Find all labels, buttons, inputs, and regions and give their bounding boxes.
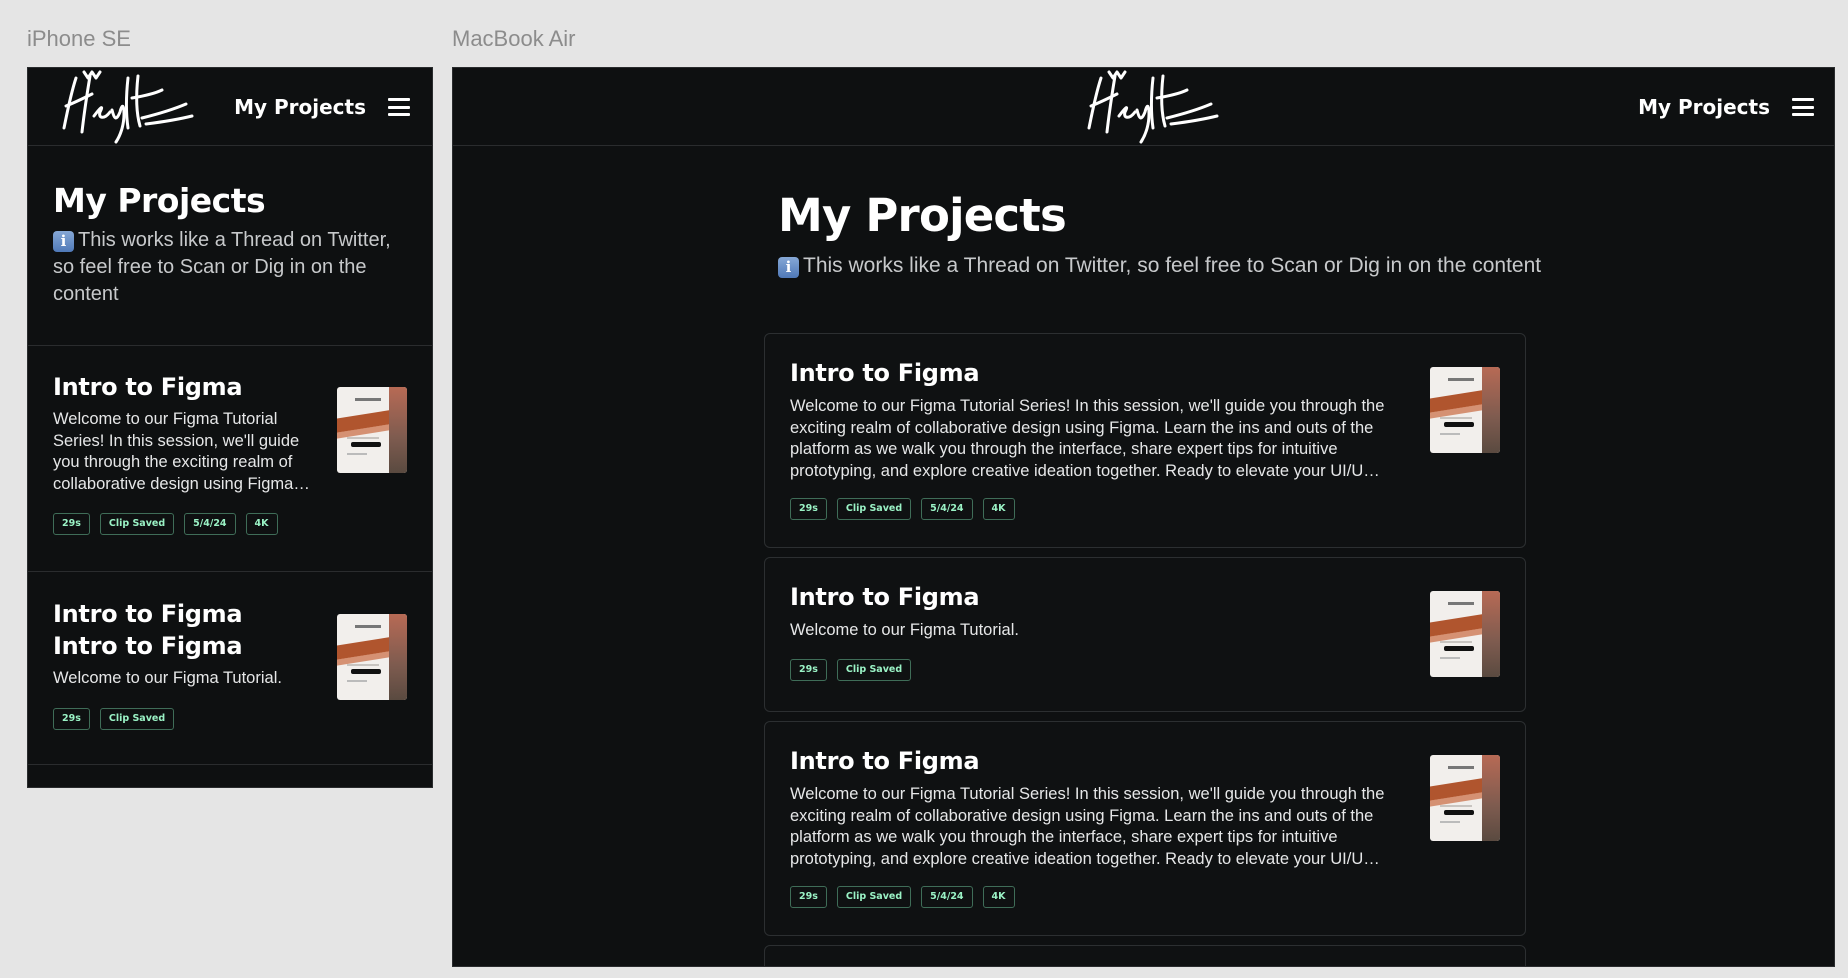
project-thumbnail[interactable]: [337, 387, 407, 473]
tag-date: 5/4/24: [184, 513, 236, 535]
tag-list: 29s Clip Saved 5/4/24 4K: [53, 513, 407, 535]
tag-clip-saved: Clip Saved: [836, 659, 912, 681]
tag-clip-saved: Clip Saved: [836, 498, 912, 520]
my-projects-menu-button[interactable]: My Projects: [234, 68, 410, 146]
card-title: Intro to Figma: [790, 359, 980, 387]
nav-label: My Projects: [1638, 95, 1770, 119]
project-card[interactable]: Intro to Figma Intro to Figma Welcome to…: [53, 598, 407, 748]
project-thumbnail[interactable]: [1430, 591, 1500, 677]
project-card[interactable]: [764, 945, 1526, 966]
tag-list: 29s Clip Saved: [790, 659, 912, 681]
card-title: Intro to Figma: [53, 373, 243, 401]
iphone-se-frame: My Projects My Projects i This works like…: [27, 67, 433, 788]
project-card[interactable]: Intro to Figma Welcome to our Figma Tuto…: [764, 557, 1526, 712]
card-description: Welcome to our Figma Tutorial.: [53, 669, 282, 687]
project-thumbnail[interactable]: [1430, 755, 1500, 841]
tag-duration: 29s: [53, 707, 90, 730]
project-card[interactable]: Intro to Figma Welcome to our Figma Tuto…: [764, 333, 1526, 548]
divider: [28, 345, 432, 346]
project-card[interactable]: Intro to Figma Welcome to our Figma Tuto…: [53, 371, 407, 535]
tag-duration: 29s: [53, 513, 90, 535]
tag-resolution: 4K: [245, 513, 278, 535]
card-title: Intro to Figma: [790, 583, 980, 611]
signature-logo-icon[interactable]: [54, 68, 194, 146]
tag-resolution: 4K: [982, 886, 1015, 908]
card-title: Intro to Figma: [790, 747, 980, 775]
card-description: Welcome to our Figma Tutorial.: [790, 621, 1019, 639]
my-projects-menu-button[interactable]: My Projects: [1638, 68, 1814, 146]
hamburger-menu-icon[interactable]: [1792, 98, 1814, 116]
card-description: Welcome to our Figma Tutorial Series! In…: [790, 397, 1385, 480]
project-thumbnail[interactable]: [337, 614, 407, 700]
page-title: My Projects: [53, 181, 266, 220]
signature-logo-icon[interactable]: [1079, 68, 1219, 146]
tag-duration: 29s: [790, 498, 827, 520]
tag-date: 5/4/24: [921, 498, 973, 520]
tag-duration: 29s: [790, 659, 827, 681]
macbook-air-frame: My Projects My Projects i This works like…: [452, 67, 1835, 967]
card-description: Welcome to our Figma Tutorial Series! In…: [53, 410, 300, 493]
frame-label-iphone-se: iPhone SE: [27, 26, 131, 51]
information-icon: i: [778, 257, 799, 278]
project-card[interactable]: Intro to Figma Welcome to our Figma Tuto…: [764, 721, 1526, 936]
page-subtitle: i This works like a Thread on Twitter, so…: [778, 252, 1541, 280]
card-title: Intro to Figma Intro to Figma: [53, 600, 243, 660]
tag-clip-saved: Clip Saved: [99, 513, 175, 535]
tag-list: 29s Clip Saved: [53, 707, 407, 730]
page-header: My Projects i This works like a Thread on…: [53, 181, 412, 308]
project-thumbnail[interactable]: [1430, 367, 1500, 453]
divider: [28, 571, 432, 572]
frame-label-macbook-air: MacBook Air: [452, 26, 576, 51]
information-icon: i: [53, 231, 74, 252]
page-title: My Projects: [778, 189, 1067, 242]
tag-clip-saved: Clip Saved: [836, 886, 912, 908]
divider: [28, 764, 432, 765]
tag-clip-saved: Clip Saved: [99, 707, 175, 730]
tag-duration: 29s: [790, 886, 827, 908]
tag-list: 29s Clip Saved 5/4/24 4K: [790, 886, 1015, 908]
page-subtitle: i This works like a Thread on Twitter, so…: [53, 229, 391, 305]
tag-date: 5/4/24: [921, 886, 973, 908]
card-description: Welcome to our Figma Tutorial Series! In…: [790, 785, 1385, 868]
page-header: My Projects i This works like a Thread on…: [778, 188, 1541, 280]
hamburger-menu-icon[interactable]: [388, 98, 410, 116]
top-navigation-bar: My Projects: [28, 68, 432, 146]
tag-list: 29s Clip Saved 5/4/24 4K: [790, 498, 1015, 520]
nav-label: My Projects: [234, 95, 366, 119]
top-navigation-bar: My Projects: [453, 68, 1834, 146]
tag-resolution: 4K: [982, 498, 1015, 520]
